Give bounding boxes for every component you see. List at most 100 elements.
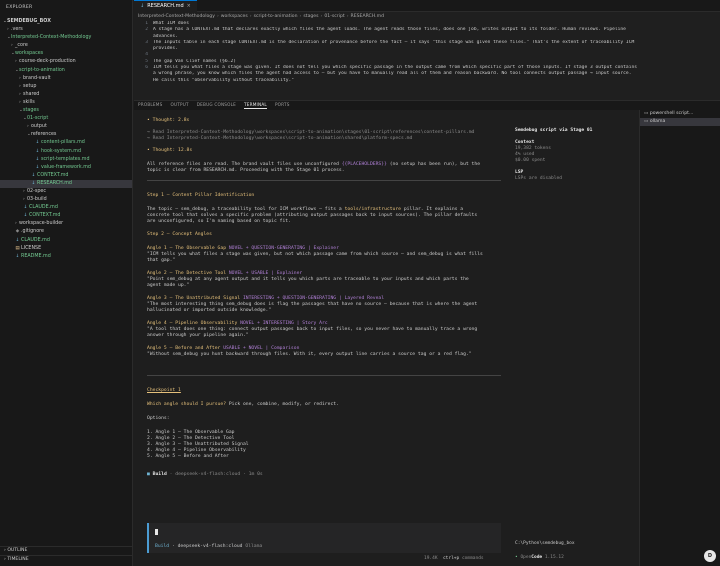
breadcrumb-item[interactable]: stages [303,14,318,19]
step-heading: Step 2 — Concept Angles [147,232,212,237]
markdown-icon: ↓ [31,180,36,186]
tree-folder[interactable]: ⌄Interpreted-Context-Methodology [0,34,132,42]
options-label: Options: [147,416,170,421]
avatar[interactable]: D [704,550,716,562]
close-icon[interactable]: × [187,0,191,12]
square-icon: ■ [147,472,150,477]
panel-tab-problems[interactable]: PROBLEMS [138,101,162,109]
tree-folder[interactable]: ⌄references [0,131,132,139]
terminal-icon: ▭ [644,119,649,124]
tree-folder[interactable]: › setup [0,83,132,91]
code-line: He calls this "observability without tra… [153,77,295,83]
markdown-icon: ↓ [31,172,36,178]
panel-tab-ports[interactable]: PORTS [275,101,290,109]
tree-folder[interactable]: › .vers [0,26,132,34]
markdown-icon: ↓ [23,205,28,211]
dot-icon: • [515,555,518,560]
working-directory: C:\Python\semdebug_box [515,541,575,546]
angle-quote: "Without sem_debug you hunt backward thr… [147,352,472,357]
panel-tab-terminal[interactable]: TERMINAL [244,101,267,109]
text-cursor [155,529,158,535]
tree-file[interactable]: ↓ CLAUDE.md [0,204,132,212]
breadcrumb: Interpreted-Context-Methodology › workspac… [134,12,720,21]
angle-quote: that gap." [147,258,176,263]
markdown-icon: ↓ [35,164,40,170]
step-heading: Step 1 — Content Pillar Identification [147,193,255,198]
gitignore-icon: ◆ [15,229,20,235]
terminal-list: ▭ powershell script... ▭ ollama [639,110,720,566]
editor-tabs: ↓ RESEARCH.md × [134,0,720,12]
question-line: Which angle should I pursue? Pick one, c… [147,402,339,407]
tree-file[interactable]: ↓ value-framework.md [0,164,132,172]
outline-section[interactable]: › OUTLINE [0,546,132,554]
tree-folder[interactable]: › skills [0,99,132,107]
session-info: Semdebug script via Stage 01 Context 19,… [515,128,635,182]
markdown-icon: ↓ [23,213,28,219]
thought-line: • Thought: 2.8s [147,118,190,123]
tree-file[interactable]: ↓ CONTEXT.md [0,172,132,180]
checkpoint-heading: Checkpoint 1 [147,388,181,393]
divider [147,180,501,181]
panel-tab-debug-console[interactable]: DEBUG CONSOLE [197,101,236,109]
tree-folder[interactable]: › workspace-builder [0,220,132,228]
breadcrumb-item[interactable]: script-to-animation [254,14,298,19]
breadcrumb-item[interactable]: workspaces [221,14,248,19]
timeline-section[interactable]: › TIMELINE [0,555,132,563]
terminal-view[interactable]: • Thought: 2.8s → Read Interpreted-Conte… [134,110,639,566]
tree-file[interactable]: ▤LICENSE [0,245,132,253]
tree-folder[interactable]: › shared [0,91,132,99]
panel-tabs: PROBLEMS OUTPUT DEBUG CONSOLE TERMINAL PORTS [134,101,720,109]
session-title: Semdebug script via Stage 01 [515,128,593,133]
build-status: ■ Build · deepseek-v4-flash:cloud · 1m 0… [147,472,263,477]
breadcrumb-item[interactable]: RESEARCH.md [351,14,384,19]
tab-research-md[interactable]: ↓ RESEARCH.md × [134,0,197,12]
tree-folder[interactable]: › course-deck-production [0,58,132,66]
prompt-input[interactable]: Build · deepseek-v4-flash:cloud Ollama [147,523,501,553]
agent-mode-line[interactable]: Build · deepseek-v4-flash:cloud Ollama [155,544,262,549]
angle-quote: "ICM tells you what files a stage was gi… [147,252,483,257]
angle-quote: agent made up." [147,283,190,288]
tree-file[interactable]: ↓ README.md [0,253,132,261]
cost-spent: $0.00 spent [515,158,546,163]
tree-folder[interactable]: › brand-vault [0,75,132,83]
file-tree: ⌄SEMDEBUG_BOX › .vers ⌄Interpreted-Context-… [0,18,132,261]
markdown-icon: ↓ [35,140,40,146]
thought-line: • Thought: 12.8s [147,148,193,153]
tree-folder[interactable]: › output [0,123,132,131]
tree-file[interactable]: ↓ hook-system.md [0,148,132,156]
angle-quote: hallucinated or imported outside knowled… [147,308,272,313]
tree-folder[interactable]: ⌄script-to-animation [0,67,132,75]
panel-tab-output[interactable]: OUTPUT [170,101,188,109]
divider [147,375,501,376]
tree-folder[interactable]: ⌄01-script [0,115,132,123]
tree-file[interactable]: ↓ script-templates.md [0,156,132,164]
editor-area: ↓ RESEARCH.md × Interpreted-Context-Meth… [134,0,720,100]
breadcrumb-item[interactable]: Interpreted-Context-Methodology [138,14,215,19]
tree-file[interactable]: ↓ CLAUDE.md [0,237,132,245]
tree-folder[interactable]: › _core [0,42,132,50]
tree-folder[interactable]: › 03-build [0,196,132,204]
angle-quote: answer through your pipeline again." [147,333,249,338]
angle-quote: "Point sem_debug at any agent output and… [147,277,469,282]
lsp-status: LSPs are disabled [515,176,563,181]
tree-file[interactable]: ↓ content-pillars.md [0,139,132,147]
tree-folder[interactable]: ⌄stages [0,107,132,115]
markdown-icon: ↓ [15,237,20,243]
tree-file[interactable]: ↓ RESEARCH.md [0,179,132,188]
explorer-sidebar: EXPLORER ⌄SEMDEBUG_BOX › .vers ⌄Interpreted… [0,0,133,566]
app-version: • OpenCode 1.15.12 [515,555,564,560]
tree-file[interactable]: ◆ .gitignore [0,228,132,236]
terminal-instance[interactable]: ▭ ollama [640,118,720,126]
paragraph-line: are unconfigured, so I'm naming based on… [147,219,291,224]
tree-file[interactable]: ↓ CONTEXT.md [0,212,132,220]
code-view[interactable]: 1 What ICM does 2 A stage has a CONTEXT.md … [134,21,720,84]
breadcrumb-item[interactable]: 01-script [324,14,344,19]
explorer-title: EXPLORER [6,5,33,10]
markdown-icon: ↓ [35,148,40,154]
tree-folder[interactable]: ⌄workspaces [0,50,132,58]
terminal-instance[interactable]: ▭ powershell script... [640,110,720,118]
tab-label: RESEARCH.md [147,3,184,9]
explorer-root[interactable]: ⌄SEMDEBUG_BOX [0,18,132,26]
tree-folder[interactable]: › 02-spec [0,188,132,196]
terminal-icon: ▭ [644,111,649,116]
